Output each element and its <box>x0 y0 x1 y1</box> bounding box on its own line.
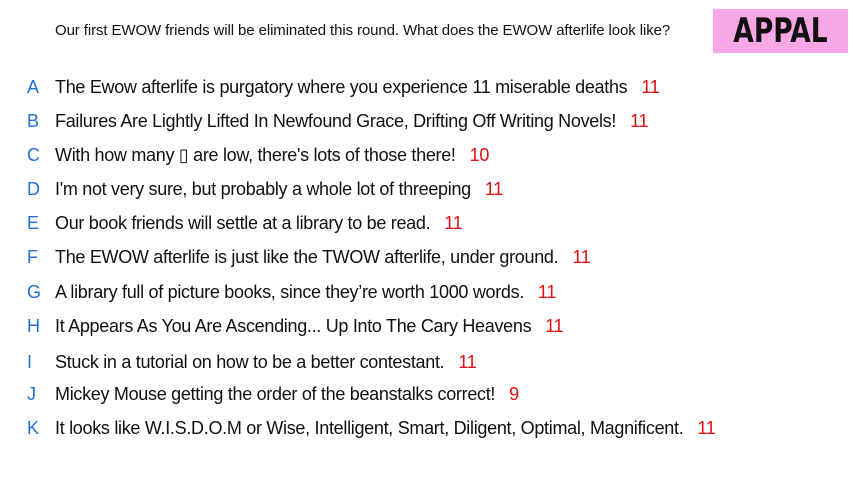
response-letter: A <box>27 76 40 97</box>
response-content: It looks like W.I.S.D.O.M or Wise, Intel… <box>55 418 716 439</box>
response-letter: H <box>27 315 40 336</box>
response-text: Our book friends will settle at a librar… <box>55 212 431 233</box>
response-word-count: 11 <box>444 212 463 233</box>
response-word-count: 11 <box>630 110 649 131</box>
response-text: A library full of picture books, since t… <box>55 281 525 302</box>
response-word-count: 11 <box>545 315 564 336</box>
response-word-count: 11 <box>538 281 557 302</box>
response-text: Mickey Mouse getting the order of the be… <box>55 383 496 404</box>
response-word-count: 11 <box>458 351 477 372</box>
response-list: A The Ewow afterlife is purgatory where … <box>0 0 853 480</box>
response-text: With how many ▯ are low, there's lots of… <box>55 144 456 165</box>
response-letter: J <box>27 383 36 404</box>
response-content: Mickey Mouse getting the order of the be… <box>55 384 519 405</box>
response-letter: B <box>27 110 40 131</box>
response-word-count: 10 <box>469 144 490 165</box>
response-content: Stuck in a tutorial on how to be a bette… <box>55 351 477 373</box>
response-letter: E <box>27 212 40 233</box>
response-content: A library full of picture books, since t… <box>55 282 556 303</box>
response-word-count: 11 <box>697 417 716 438</box>
response-content: The EWOW afterlife is just like the TWOW… <box>55 246 591 268</box>
response-text: Stuck in a tutorial on how to be a bette… <box>55 351 445 372</box>
response-letter: D <box>27 178 40 199</box>
response-letter: K <box>27 417 40 438</box>
response-letter: G <box>27 281 42 302</box>
response-word-count: 9 <box>509 383 519 404</box>
response-word-count: 11 <box>484 178 503 199</box>
response-text: I'm not very sure, but probably a whole … <box>55 178 471 199</box>
response-text: The Ewow afterlife is purgatory where yo… <box>55 76 628 97</box>
response-text: Failures Are Lightly Lifted In Newfound … <box>55 110 617 131</box>
response-content: Failures Are Lightly Lifted In Newfound … <box>55 111 648 132</box>
response-content: Our book friends will settle at a librar… <box>55 212 463 234</box>
response-content: It Appears As You Are Ascending... Up In… <box>55 315 564 337</box>
response-content: The Ewow afterlife is purgatory where yo… <box>55 76 660 98</box>
response-letter: F <box>27 246 38 267</box>
response-content: I'm not very sure, but probably a whole … <box>55 179 503 200</box>
response-word-count: 11 <box>641 76 660 97</box>
response-letter: C <box>27 144 40 165</box>
response-letter: I <box>27 351 33 372</box>
response-content: With how many ▯ are low, there's lots of… <box>55 145 489 166</box>
response-word-count: 11 <box>572 246 591 267</box>
response-text: The EWOW afterlife is just like the TWOW… <box>55 246 559 267</box>
response-text: It Appears As You Are Ascending... Up In… <box>55 315 532 336</box>
response-text: It looks like W.I.S.D.O.M or Wise, Intel… <box>55 417 684 438</box>
